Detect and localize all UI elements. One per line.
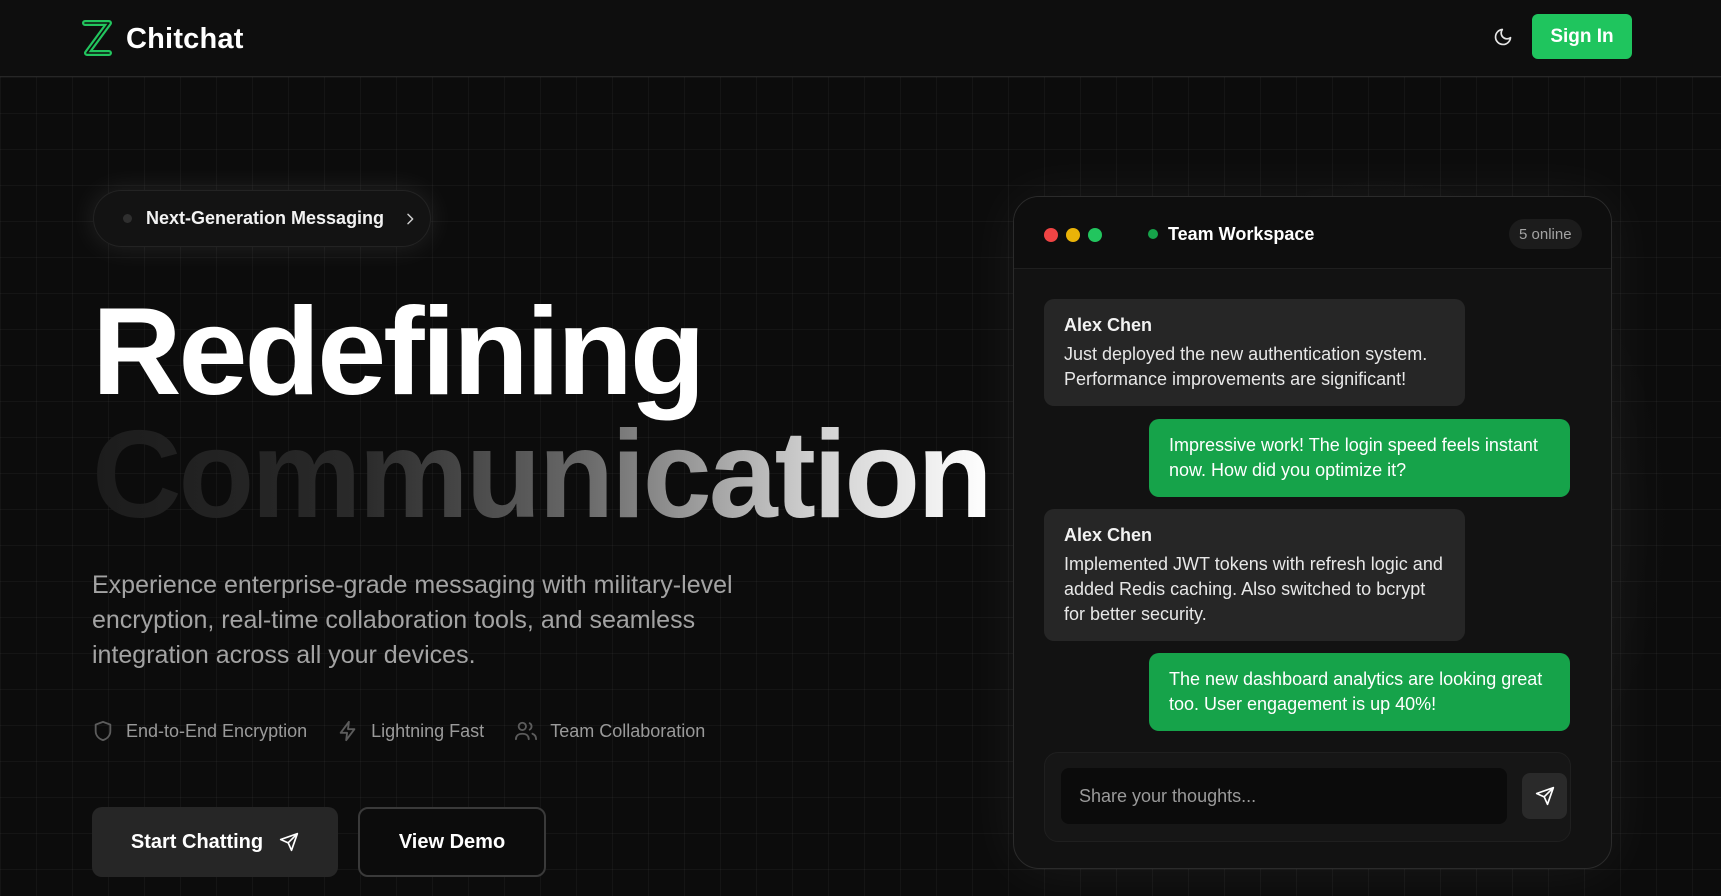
start-chatting-label: Start Chatting	[130, 830, 264, 853]
feature-label: Team Collaboration	[550, 720, 706, 741]
message-text: Implemented JWT tokens with refresh logi…	[1064, 554, 1443, 624]
chat-header: Team Workspace 5 online	[1014, 197, 1611, 269]
online-count-badge: 5 online	[1509, 219, 1582, 249]
message-author: Alex Chen	[1064, 315, 1153, 335]
users-icon	[515, 721, 538, 741]
online-status-dot	[1148, 229, 1158, 239]
feature-encryption: End-to-End Encryption	[92, 720, 307, 742]
chevron-right-icon	[402, 211, 418, 227]
theme-toggle[interactable]	[1488, 22, 1518, 52]
send-button[interactable]	[1522, 773, 1567, 819]
message-outgoing: The new dashboard analytics are looking …	[1149, 653, 1570, 731]
moon-icon	[1494, 28, 1512, 46]
send-icon	[1535, 786, 1554, 806]
start-chatting-button[interactable]: Start Chatting	[92, 807, 338, 877]
badge-label: Next-Generation Messaging	[146, 208, 385, 228]
send-icon	[279, 832, 299, 852]
message-incoming: Alex Chen Implemented JWT tokens with re…	[1044, 509, 1465, 641]
view-demo-button[interactable]: View Demo	[358, 807, 546, 877]
message-text: Just deployed the new authentication sys…	[1064, 344, 1428, 389]
shield-icon	[94, 720, 112, 742]
badge-dot	[123, 214, 132, 223]
site-header: Chitchat Sign In	[0, 0, 1721, 77]
badge-next-gen-messaging[interactable]: Next-Generation Messaging	[93, 190, 431, 247]
maximize-dot	[1088, 228, 1102, 242]
minimize-dot	[1066, 228, 1080, 242]
message-text: Impressive work! The login speed feels i…	[1169, 435, 1538, 480]
feature-list: End-to-End Encryption Lightning Fast Tea…	[92, 720, 705, 742]
message-text: The new dashboard analytics are looking …	[1169, 669, 1543, 714]
hero-description: Experience enterprise-grade messaging wi…	[92, 571, 733, 669]
logo[interactable]: Chitchat	[78, 18, 244, 60]
hero-title-line1: Redefining	[92, 283, 706, 421]
feature-label: End-to-End Encryption	[126, 720, 308, 741]
close-dot	[1044, 228, 1058, 242]
feature-collaboration: Team Collaboration	[514, 720, 705, 742]
logo-z-icon	[82, 20, 112, 56]
lightning-icon	[339, 720, 356, 742]
feature-label: Lightning Fast	[371, 720, 485, 741]
message-composer	[1044, 752, 1571, 842]
message-author: Alex Chen	[1064, 525, 1153, 545]
hero-title-line2: Communication	[92, 406, 993, 544]
feature-fast: Lightning Fast	[337, 720, 484, 742]
message-incoming: Alex Chen Just deployed the new authenti…	[1044, 299, 1465, 406]
workspace-title: Team Workspace	[1168, 224, 1315, 244]
chat-preview-window: Team Workspace 5 online Alex Chen Just d…	[1013, 196, 1612, 869]
message-input[interactable]	[1061, 768, 1507, 824]
sign-in-button[interactable]: Sign In	[1532, 14, 1632, 59]
brand-name: Chitchat	[126, 22, 244, 55]
message-outgoing: Impressive work! The login speed feels i…	[1149, 419, 1570, 497]
